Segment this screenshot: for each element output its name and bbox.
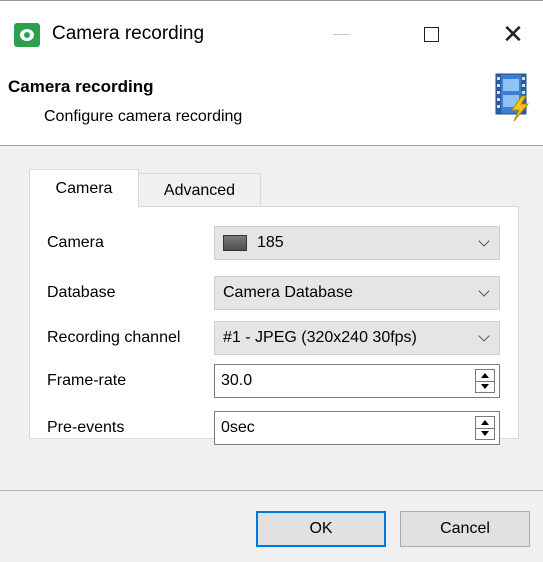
chevron-down-icon: [469, 337, 499, 340]
chevron-down-icon: [469, 292, 499, 295]
camera-label: Camera: [47, 234, 104, 251]
maximize-button[interactable]: [408, 11, 454, 57]
minimize-button[interactable]: [318, 11, 364, 57]
title-bar: Camera recording ✕: [0, 0, 543, 69]
window-title: Camera recording: [52, 23, 205, 44]
database-select[interactable]: Camera Database: [214, 276, 500, 310]
film-lightning-icon: [495, 73, 530, 122]
frame-rate-spin-buttons[interactable]: [475, 369, 495, 393]
recording-channel-select[interactable]: #1 - JPEG (320x240 30fps): [214, 321, 500, 355]
header-subtitle: Configure camera recording: [44, 108, 243, 125]
dialog-header: Camera recording Configure camera record…: [0, 68, 543, 146]
header-title: Camera recording: [8, 77, 154, 96]
app-eye-icon: [14, 23, 40, 47]
cancel-button[interactable]: Cancel: [400, 511, 530, 547]
spin-down-icon[interactable]: [476, 429, 494, 440]
footer-divider: [0, 490, 543, 491]
frame-rate-label: Frame-rate: [47, 372, 127, 389]
pre-events-spin-buttons[interactable]: [475, 416, 495, 440]
ok-button[interactable]: OK: [256, 511, 386, 547]
frame-rate-value: 30.0: [221, 372, 253, 389]
pre-events-label: Pre-events: [47, 419, 125, 436]
spin-down-icon[interactable]: [476, 382, 494, 393]
camera-select[interactable]: 185: [214, 226, 500, 260]
spin-up-icon[interactable]: [476, 417, 494, 429]
tab-advanced-label: Advanced: [163, 181, 236, 199]
recording-channel-value: #1 - JPEG (320x240 30fps): [223, 329, 417, 346]
chevron-down-icon: [469, 242, 499, 245]
frame-rate-stepper[interactable]: 30.0: [214, 364, 500, 398]
tab-camera[interactable]: Camera: [29, 169, 139, 207]
pre-events-stepper[interactable]: 0sec: [214, 411, 500, 445]
recording-channel-label: Recording channel: [47, 329, 181, 346]
tab-advanced[interactable]: Advanced: [139, 173, 261, 207]
pre-events-value: 0sec: [221, 419, 255, 436]
tab-camera-label: Camera: [55, 179, 113, 197]
camera-thumbnail-icon: [223, 235, 247, 251]
spin-up-icon[interactable]: [476, 370, 494, 382]
database-select-value: Camera Database: [223, 284, 353, 301]
database-label: Database: [47, 284, 116, 301]
camera-select-value: 185: [257, 234, 284, 251]
close-button[interactable]: ✕: [490, 11, 536, 57]
